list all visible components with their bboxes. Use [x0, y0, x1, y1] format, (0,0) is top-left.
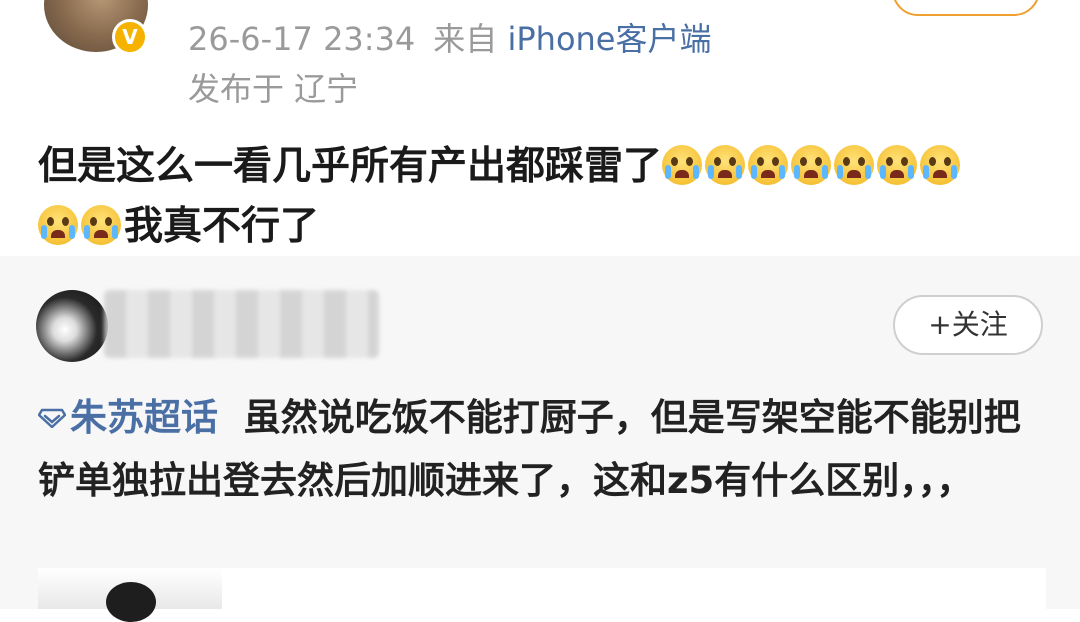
emoji-row-1	[662, 144, 963, 189]
crying-face-icon	[834, 145, 875, 185]
crying-face-icon	[81, 205, 121, 245]
crying-face-icon	[705, 145, 746, 185]
post-body: 但是这么一看几乎所有产出都踩雷了 我真不行了	[38, 137, 1058, 257]
crying-face-icon	[38, 205, 78, 245]
post-timestamp: 26-6-17 23:34	[188, 20, 416, 58]
reposted-card[interactable]: +关注 朱苏超话 虽然说吃饭不能打厨子，但是写架空能不能别把铲单独拉出登去然后加…	[0, 256, 1080, 622]
super-topic-link[interactable]: 朱苏超话	[38, 396, 218, 439]
follow-button[interactable]: +关注	[893, 295, 1043, 355]
thumbnail-figure	[106, 582, 156, 622]
crying-face-icon	[791, 145, 832, 185]
crying-face-icon	[748, 145, 789, 185]
original-author-avatar[interactable]	[36, 290, 108, 362]
crying-face-icon	[877, 145, 918, 185]
source-client-link[interactable]: iPhone客户端	[507, 20, 711, 58]
post-text: 但是这么一看几乎所有产出都踩雷了	[38, 144, 663, 189]
repost-body: 朱苏超话 虽然说吃饭不能打厨子，但是写架空能不能别把铲单独拉出登去然后加顺进来了…	[38, 386, 1048, 512]
post-text-line2: 我真不行了	[124, 204, 320, 249]
post-card: V 26-6-17 23:34 来自 iPhone客户端 发布于 辽宁 但是这么一…	[0, 0, 1080, 256]
follow-button-top[interactable]	[892, 0, 1040, 16]
emoji-row-2	[38, 204, 124, 249]
diamond-icon	[38, 408, 66, 428]
crying-face-icon	[920, 145, 961, 185]
super-topic-label[interactable]: 朱苏超话	[70, 396, 218, 439]
source-prefix: 来自	[433, 20, 498, 58]
image-thumbnail[interactable]	[38, 568, 222, 622]
verified-badge-icon: V	[112, 19, 148, 55]
crying-face-icon	[662, 145, 703, 185]
post-location: 发布于 辽宁	[188, 70, 359, 108]
original-author-name-blurred	[104, 290, 379, 358]
post-meta: 26-6-17 23:34 来自 iPhone客户端	[188, 14, 712, 60]
image-thumbnail-2[interactable]	[222, 568, 1046, 609]
